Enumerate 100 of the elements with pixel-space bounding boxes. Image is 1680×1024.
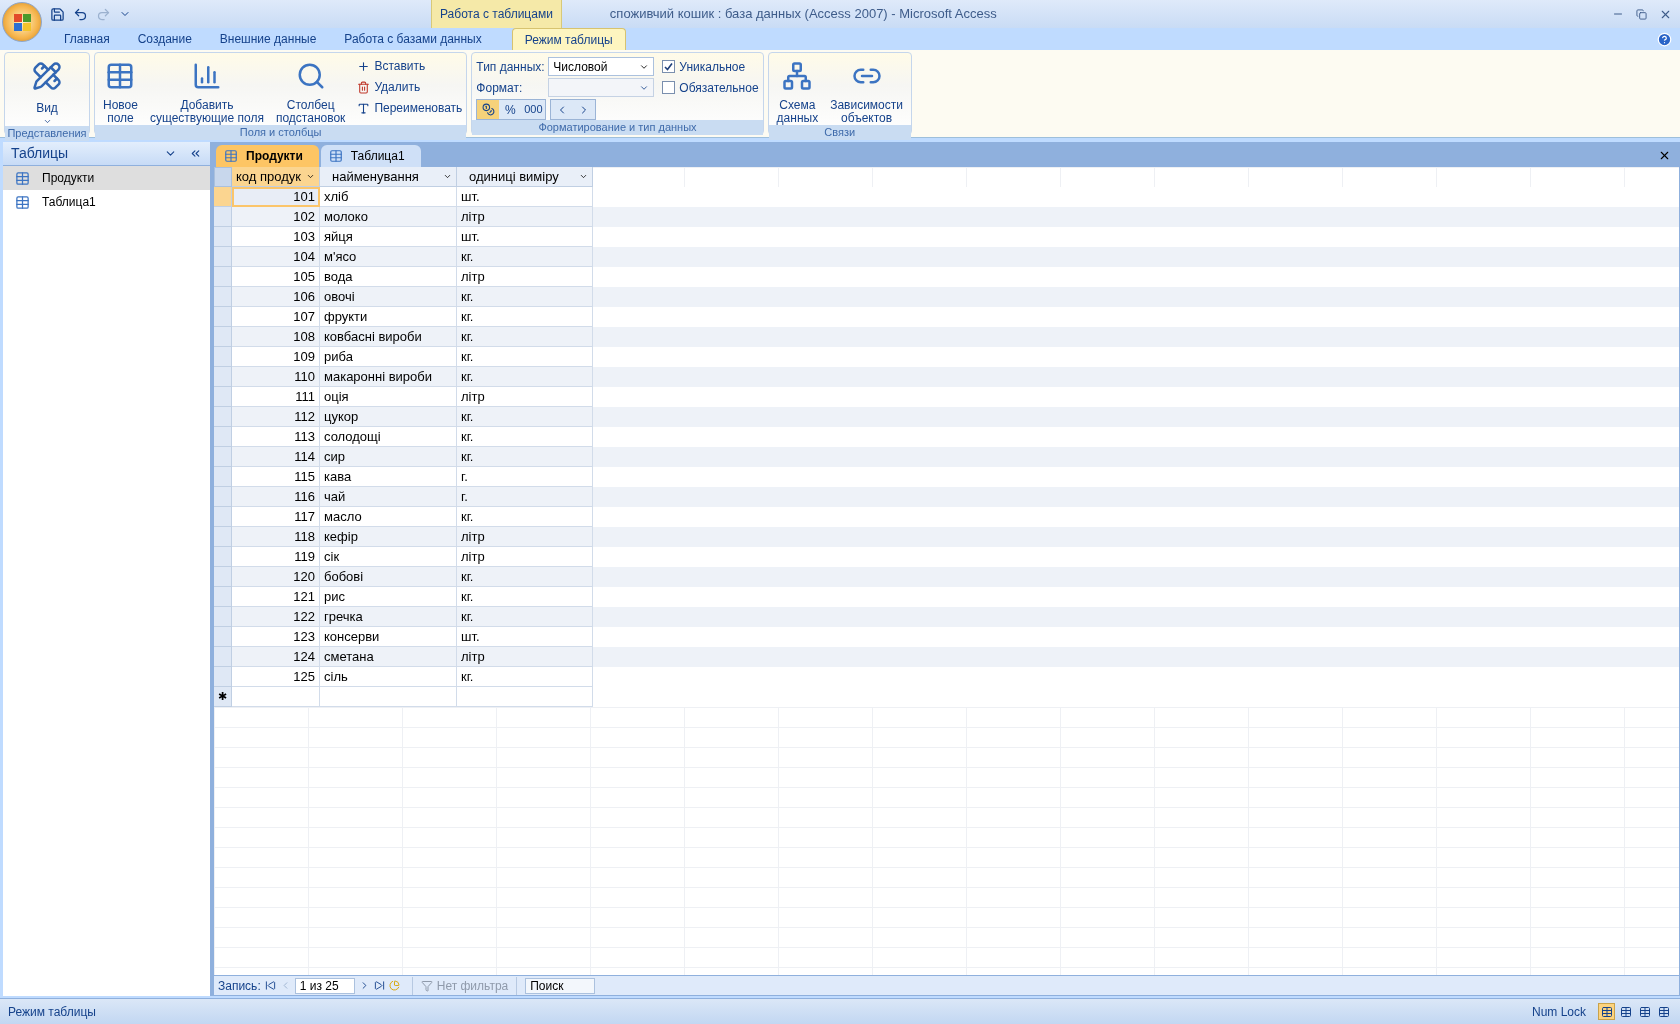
table-icon	[1600, 1005, 1613, 1018]
table-icon	[328, 149, 343, 163]
data-type-label: Тип данных:	[476, 58, 545, 76]
num-lock-indicator: Num Lock	[1531, 1003, 1586, 1021]
row-selector[interactable]	[214, 247, 232, 267]
row-selector[interactable]	[214, 387, 232, 407]
relationships-button[interactable]: Схема данных	[772, 57, 823, 125]
unique-label: Уникальное	[679, 58, 746, 76]
group-label: Поля и столбцы	[95, 125, 467, 140]
group-label: Представления	[5, 126, 89, 141]
row-selector[interactable]	[214, 287, 232, 307]
row-selector[interactable]	[214, 407, 232, 427]
row-selector[interactable]	[214, 187, 232, 207]
column-header[interactable]: код продук	[232, 167, 320, 187]
status-mode: Режим таблицы	[8, 1003, 96, 1021]
row-selector[interactable]	[214, 527, 232, 547]
close-icon[interactable]	[1658, 149, 1671, 162]
ribbon-tab[interactable]: Создание	[125, 28, 204, 50]
last-record-icon[interactable]	[373, 980, 385, 991]
table-icon	[1638, 1005, 1651, 1018]
first-record-icon[interactable]	[264, 980, 276, 991]
text-icon	[357, 101, 371, 115]
add-existing-fields-button[interactable]: Добавить существующие поля	[145, 57, 268, 125]
row-selector[interactable]	[214, 487, 232, 507]
table-icon	[1619, 1005, 1632, 1018]
document-tab[interactable]: Таблица1	[320, 145, 421, 167]
view-switch-button[interactable]	[1598, 1003, 1615, 1020]
ribbon-tab[interactable]: Главная	[52, 28, 122, 50]
row-selector[interactable]	[214, 507, 232, 527]
row-selector[interactable]	[214, 327, 232, 347]
document-tab[interactable]: Продукти	[216, 145, 319, 167]
table-cell: 101	[232, 187, 320, 207]
caret-icon	[443, 172, 452, 181]
thousands-button[interactable]: 000	[521, 100, 546, 119]
redo-icon[interactable]	[96, 6, 111, 22]
delete-button[interactable]: Удалить	[357, 78, 463, 96]
row-selector[interactable]	[214, 627, 232, 647]
pencil-ruler-icon	[32, 61, 62, 91]
table-icon	[15, 194, 30, 210]
caret-icon	[579, 172, 588, 181]
format-label: Формат:	[476, 79, 524, 97]
undo-icon[interactable]	[73, 6, 88, 22]
currency-button[interactable]	[477, 100, 500, 119]
caret-icon	[42, 117, 52, 126]
row-selector[interactable]	[214, 227, 232, 247]
data-type-dropdown[interactable]: Числовой	[548, 57, 655, 76]
filter-icon	[420, 979, 433, 992]
contextual-tab-group: Работа с таблицами	[431, 0, 562, 28]
ribbon-tab[interactable]: Режим таблицы	[511, 28, 626, 50]
ribbon-tab[interactable]: Работа с базами данных	[332, 28, 494, 50]
record-position-field[interactable]: 1 из 25	[294, 977, 355, 994]
table-icon	[224, 149, 238, 163]
format-dropdown[interactable]	[548, 78, 655, 97]
percent-button[interactable]: %	[499, 100, 522, 119]
unique-checkbox[interactable]	[662, 60, 676, 73]
plus-icon	[357, 59, 371, 73]
row-selector[interactable]	[214, 447, 232, 467]
row-selector[interactable]	[214, 467, 232, 487]
trash-icon	[357, 80, 371, 94]
table-icon	[1657, 1005, 1670, 1018]
insert-button[interactable]: Вставить	[357, 57, 463, 75]
row-selector[interactable]	[214, 307, 232, 327]
row-selector[interactable]	[214, 267, 232, 287]
nav-item[interactable]: Продукти	[3, 166, 210, 190]
save-icon[interactable]	[50, 6, 65, 22]
row-selector[interactable]	[214, 367, 232, 387]
record-label: Запись:	[218, 977, 261, 995]
required-checkbox[interactable]	[662, 81, 676, 94]
row-selector[interactable]	[214, 567, 232, 587]
collapse-icon[interactable]	[189, 147, 202, 160]
row-selector[interactable]	[214, 647, 232, 667]
required-label: Обязательное	[679, 79, 759, 97]
row-selector[interactable]	[214, 347, 232, 367]
row-selector[interactable]	[214, 667, 232, 687]
rename-button[interactable]: Переименовать	[357, 99, 463, 117]
group-label: Связи	[768, 125, 911, 140]
table-icon	[15, 170, 30, 186]
help-icon[interactable]	[1657, 32, 1672, 47]
new-field-button[interactable]: Новое поле	[99, 57, 142, 125]
row-selector[interactable]	[214, 207, 232, 227]
group-label: Форматирование и тип данных	[472, 120, 763, 135]
lookup-column-button[interactable]: Столбец подстановок	[271, 57, 350, 125]
column-header[interactable]: одиниці виміру	[457, 167, 593, 187]
office-button[interactable]	[2, 2, 42, 42]
column-header[interactable]: найменування	[320, 167, 457, 187]
window-title: споживчий кошик : база данных (Access 2007) - Microsoft Access	[609, 5, 997, 24]
select-all-corner[interactable]	[214, 167, 232, 187]
row-selector[interactable]	[214, 607, 232, 627]
row-selector[interactable]	[214, 547, 232, 567]
caret-icon	[306, 172, 315, 181]
row-selector[interactable]	[214, 587, 232, 607]
search-field[interactable]: Поиск	[525, 977, 596, 994]
restore-icon[interactable]	[1636, 8, 1647, 20]
nav-item[interactable]: Таблица1	[3, 190, 210, 214]
object-dependencies-button[interactable]: Зависимости объектов	[826, 57, 907, 125]
coins-icon	[481, 103, 495, 116]
new-row-marker: ✱	[214, 687, 232, 707]
row-selector[interactable]	[214, 427, 232, 447]
nav-pane-title: Таблицы	[11, 144, 69, 163]
ribbon-tab[interactable]: Внешние данные	[207, 28, 329, 50]
